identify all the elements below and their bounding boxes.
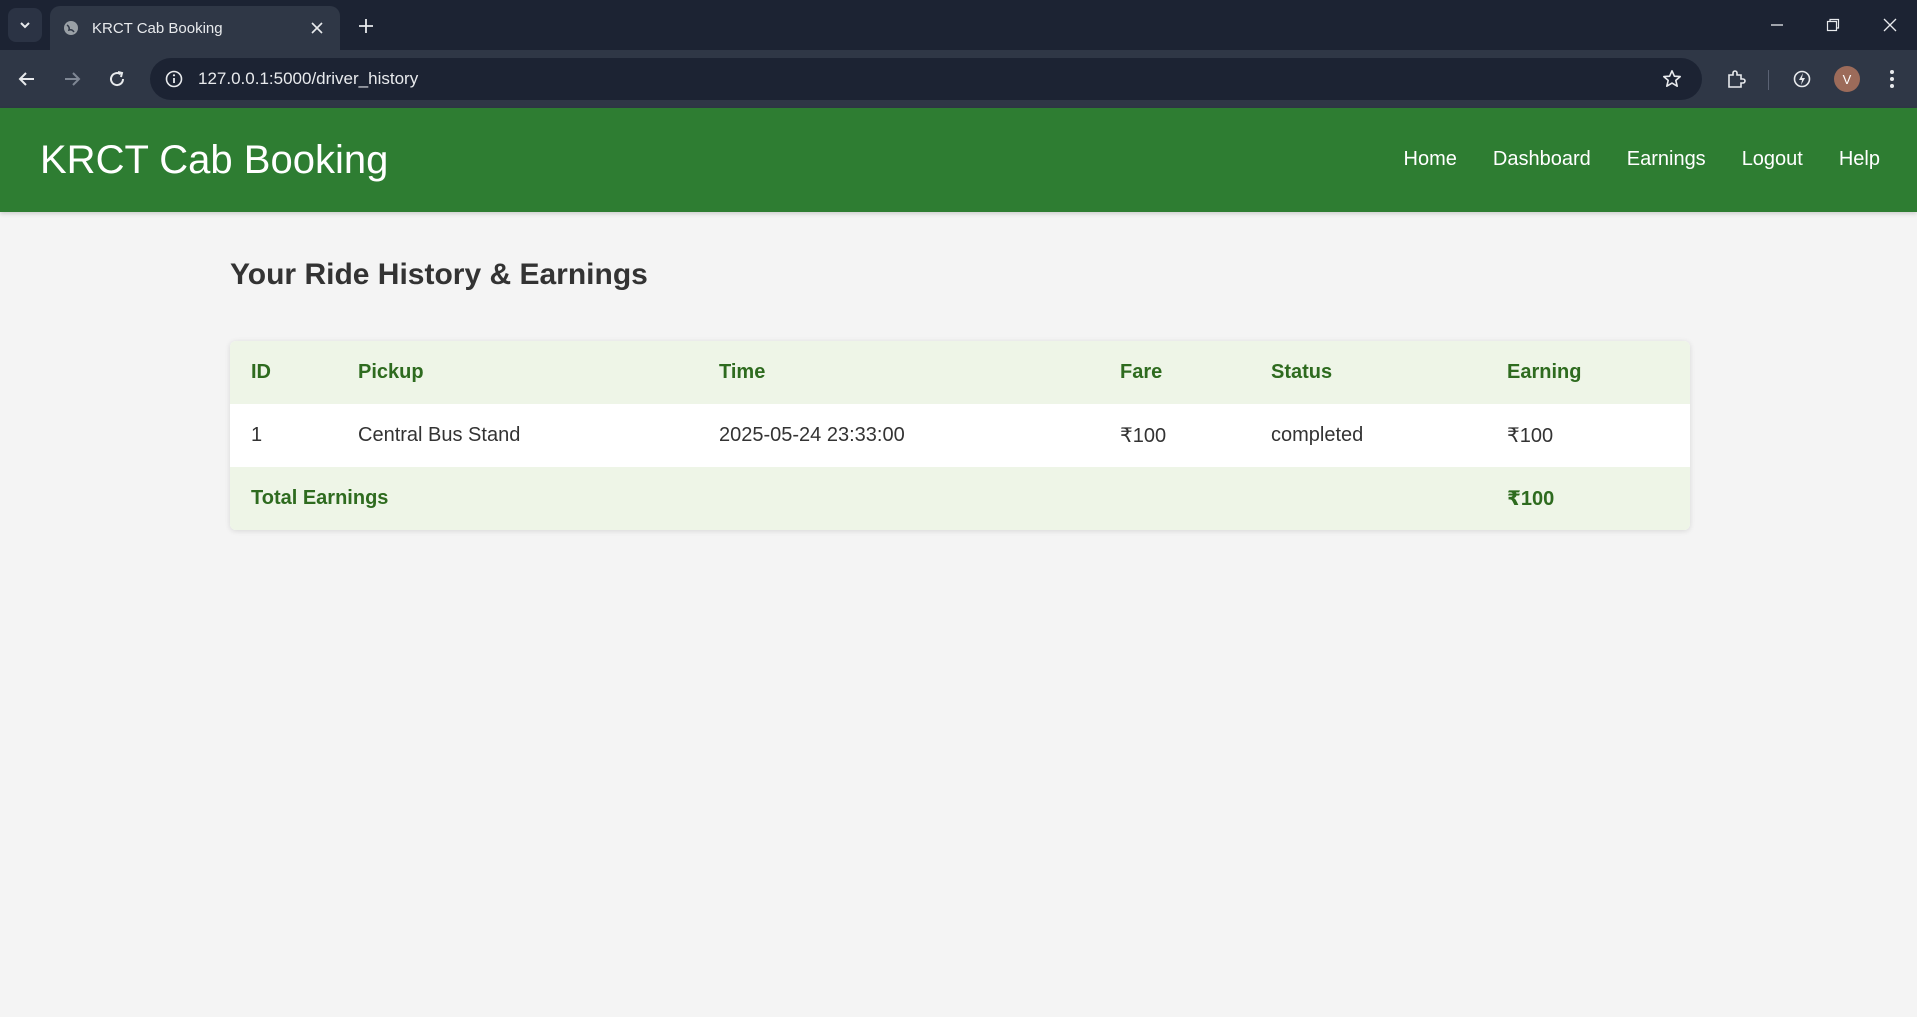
column-header-status: Status	[1271, 361, 1333, 383]
table-row: 1 Central Bus Stand 2025-05-24 23:33:00 …	[230, 404, 1690, 467]
site-title: KRCT Cab Booking	[40, 138, 389, 182]
forward-icon[interactable]	[56, 63, 88, 95]
plus-icon[interactable]	[352, 12, 380, 40]
globe-icon	[62, 19, 80, 37]
total-earnings-value: ₹100	[1507, 488, 1555, 510]
column-header-id: ID	[251, 361, 271, 383]
back-icon[interactable]	[11, 63, 43, 95]
nav-link-help[interactable]: Help	[1839, 148, 1880, 171]
cell-earning: ₹100	[1507, 425, 1554, 447]
info-icon[interactable]	[162, 67, 186, 91]
browser-toolbar: 127.0.0.1:5000/driver_history V	[0, 50, 1917, 108]
cell-time: 2025-05-24 23:33:00	[719, 424, 905, 446]
reload-icon[interactable]	[101, 63, 133, 95]
total-earnings-label: Total Earnings	[251, 487, 389, 509]
close-icon[interactable]	[306, 17, 328, 39]
nav-link-dashboard[interactable]: Dashboard	[1493, 148, 1591, 171]
restore-icon[interactable]	[1815, 10, 1851, 40]
url-text[interactable]: 127.0.0.1:5000/driver_history	[198, 69, 1656, 89]
minimize-icon[interactable]	[1759, 10, 1795, 40]
table-header-row: ID Pickup Time Fare Status Earning	[230, 341, 1690, 404]
ride-history-table: ID Pickup Time Fare Status Earning 1 Cen…	[230, 341, 1690, 530]
star-icon[interactable]	[1656, 63, 1688, 95]
column-header-fare: Fare	[1120, 361, 1163, 383]
nav-link-home[interactable]: Home	[1404, 148, 1457, 171]
cell-id: 1	[251, 424, 263, 446]
browser-tab[interactable]: KRCT Cab Booking	[50, 6, 340, 50]
cell-pickup: Central Bus Stand	[358, 424, 521, 446]
performance-icon[interactable]	[1786, 63, 1818, 95]
column-header-pickup: Pickup	[358, 361, 424, 383]
tab-title: KRCT Cab Booking	[92, 19, 223, 37]
window-close-icon[interactable]	[1872, 10, 1908, 40]
main-nav: Home Dashboard Earnings Logout Help	[1404, 148, 1880, 171]
browser-tab-bar: KRCT Cab Booking	[0, 0, 1917, 50]
toolbar-divider	[1768, 70, 1769, 90]
tab-search-icon[interactable]	[8, 8, 42, 42]
more-icon[interactable]	[1876, 63, 1908, 95]
column-header-earning: Earning	[1507, 361, 1582, 383]
extensions-icon[interactable]	[1720, 63, 1752, 95]
address-bar[interactable]: 127.0.0.1:5000/driver_history	[150, 58, 1702, 100]
profile-avatar[interactable]: V	[1834, 66, 1860, 92]
page-title: Your Ride History & Earnings	[230, 258, 648, 291]
cell-status: completed	[1271, 424, 1364, 446]
cell-fare: ₹100	[1120, 425, 1167, 447]
total-earnings-row: Total Earnings ₹100	[230, 467, 1690, 530]
column-header-time: Time	[719, 361, 766, 383]
ride-history-table-card: ID Pickup Time Fare Status Earning 1 Cen…	[230, 341, 1690, 530]
site-header: KRCT Cab Booking Home Dashboard Earnings…	[0, 108, 1917, 212]
nav-link-logout[interactable]: Logout	[1742, 148, 1803, 171]
nav-link-earnings[interactable]: Earnings	[1627, 148, 1706, 171]
